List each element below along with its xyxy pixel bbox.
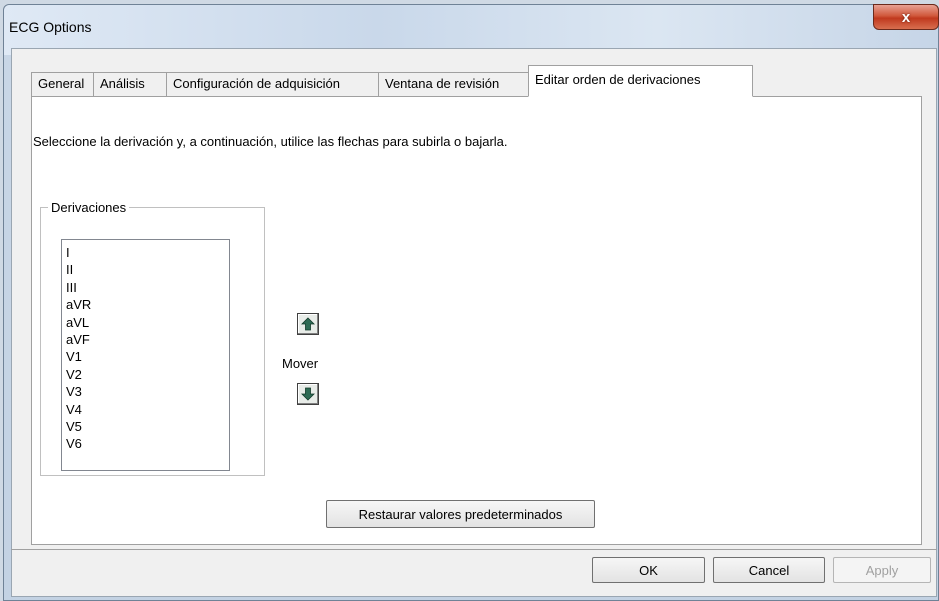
restore-defaults-label: Restaurar valores predeterminados xyxy=(358,506,563,522)
apply-button[interactable]: Apply xyxy=(833,557,931,583)
list-item[interactable]: III xyxy=(66,279,229,296)
ok-button[interactable]: OK xyxy=(592,557,705,583)
tab-configuracion-adquisicion[interactable]: Configuración de adquisición xyxy=(166,72,379,96)
list-item[interactable]: aVF xyxy=(66,331,229,348)
list-item[interactable]: I xyxy=(66,244,229,261)
derivaciones-group-label: Derivaciones xyxy=(51,200,127,215)
restore-defaults-button[interactable]: Restaurar valores predeterminados xyxy=(326,500,595,528)
list-item[interactable]: V4 xyxy=(66,401,229,418)
window-title: ECG Options xyxy=(9,19,92,35)
list-item[interactable]: V1 xyxy=(66,348,229,365)
close-button[interactable]: x xyxy=(873,4,939,30)
apply-label: Apply xyxy=(865,562,899,578)
list-item[interactable]: V5 xyxy=(66,418,229,435)
list-item[interactable]: V6 xyxy=(66,435,229,452)
dialog-body: General Análisis Configuración de adquis… xyxy=(11,48,937,597)
cancel-button[interactable]: Cancel xyxy=(713,557,825,583)
tab-analisis[interactable]: Análisis xyxy=(93,72,167,96)
tab-editar-orden-derivaciones[interactable]: Editar orden de derivaciones xyxy=(528,65,753,97)
tab-general[interactable]: General xyxy=(31,72,94,96)
arrow-down-icon xyxy=(301,387,315,401)
move-down-button[interactable] xyxy=(297,383,319,405)
list-item[interactable]: V3 xyxy=(66,383,229,400)
move-up-button[interactable] xyxy=(297,313,319,335)
footer-divider xyxy=(11,549,937,550)
instruction-text: Seleccione la derivación y, a continuaci… xyxy=(33,134,508,149)
arrow-up-icon xyxy=(301,317,315,331)
ecg-options-window: ECG Options x General Análisis Configura… xyxy=(3,4,939,601)
list-item[interactable]: V2 xyxy=(66,366,229,383)
list-item[interactable]: II xyxy=(66,261,229,278)
close-icon: x xyxy=(901,8,911,26)
cancel-label: Cancel xyxy=(748,562,790,578)
list-item[interactable]: aVR xyxy=(66,296,229,313)
ok-label: OK xyxy=(639,562,658,578)
leads-listbox[interactable]: I II III aVR aVL aVF V1 V2 V3 V4 V5 V6 xyxy=(61,239,230,471)
move-label: Mover xyxy=(282,356,319,371)
list-item[interactable]: aVL xyxy=(66,314,229,331)
tab-ventana-revision[interactable]: Ventana de revisión xyxy=(378,72,529,96)
